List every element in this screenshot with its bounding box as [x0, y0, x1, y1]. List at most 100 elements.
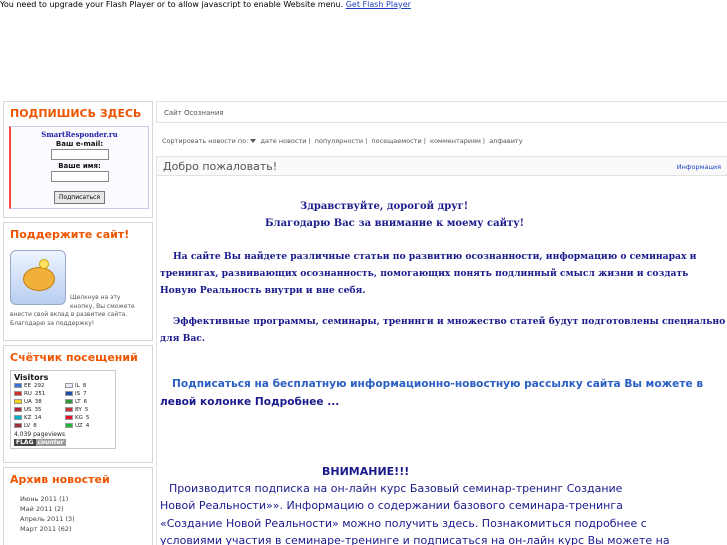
country-flag-icon: [65, 399, 73, 404]
intro-line-2: тренингах, развивающих осознанность, пом…: [160, 268, 689, 279]
archive-month-link[interactable]: Март 2011 (62): [20, 524, 150, 534]
flagcounter-logo-b: counter: [35, 439, 66, 446]
archive-month-link[interactable]: Июнь 2011 (1): [20, 494, 150, 504]
subscribe-form: SmartResponder.ru Ваш e-mail: Ваше имя: …: [9, 126, 149, 209]
course-line-2: Новой Реальности»». Информацию о содержа…: [160, 499, 623, 512]
visitor-country-row: UZ 4: [65, 422, 112, 430]
country-code: US: [24, 407, 32, 413]
country-visit-count: 14: [34, 415, 42, 421]
support-block: Поддержите сайт! Щелкнув на эту кнопку, …: [3, 222, 153, 341]
pageviews-count: 4,039 pageviews: [14, 431, 66, 438]
article-category-link[interactable]: Информация: [677, 163, 721, 171]
visitor-country-row: IL 8: [65, 382, 112, 390]
sort-bar: Сортировать новости по: дате новости | по…: [162, 137, 523, 145]
sort-option-comments[interactable]: комментариям: [430, 137, 481, 145]
country-flag-icon: [14, 383, 22, 388]
archive-list: Июнь 2011 (1) Май 2011 (2) Апрель 2011 (3)…: [6, 490, 150, 538]
country-visit-count: 38: [34, 399, 42, 405]
left-sidebar: ПОДПИШИСЬ ЗДЕСЬ SmartResponder.ru Ваш e-…: [3, 101, 153, 545]
subscribe-title: ПОДПИШИСЬ ЗДЕСЬ: [10, 107, 142, 120]
greeting-line-1: Здравствуйте, дорогой друг!: [300, 201, 469, 212]
flagcounter-logo-a: FLAG: [14, 439, 36, 446]
country-code: RU: [24, 391, 32, 397]
visitor-country-row: BY 5: [65, 406, 112, 414]
greeting-line-2: Благодарю Вас за внимание к моему сайту!: [265, 218, 524, 229]
subscribe-info-line-1: Подписаться на бесплатную информационно-…: [172, 378, 704, 390]
flash-warning: You need to upgrade your Flash Player or…: [0, 0, 411, 9]
smartresponder-brand: SmartResponder.ru: [41, 130, 118, 139]
visitor-country-row: EE 292: [14, 382, 61, 390]
country-visit-count: 8: [82, 383, 87, 389]
archive-month-link[interactable]: Апрель 2011 (3): [20, 514, 150, 524]
country-visit-count: 4: [85, 423, 90, 429]
counter-title: Счётчик посещений: [10, 351, 138, 364]
subscribe-button[interactable]: Подписаться: [53, 191, 106, 204]
country-flag-icon: [65, 407, 73, 412]
article-header: Добро пожаловать! Информация: [157, 156, 727, 176]
donate-piggy-bank-button[interactable]: [10, 250, 66, 305]
sort-option-popularity[interactable]: популярности: [315, 137, 363, 145]
subscribe-block: ПОДПИШИСЬ ЗДЕСЬ SmartResponder.ru Ваш e-…: [3, 101, 153, 218]
course-line-4: условиями участия в семинаре-тренинге и …: [160, 534, 670, 545]
sort-option-visits[interactable]: посещаемости: [371, 137, 421, 145]
country-visit-count: 35: [34, 407, 42, 413]
visitor-country-row: LV 8: [14, 422, 61, 430]
name-label: Ваше имя:: [58, 162, 101, 170]
email-field[interactable]: [50, 149, 109, 160]
country-code: KZ: [24, 415, 32, 421]
visitor-country-row: UA 38: [14, 398, 61, 406]
country-visit-count: 6: [83, 399, 88, 405]
country-flag-icon: [14, 399, 22, 404]
coin-icon: [39, 259, 49, 269]
visitor-country-row: KG 5: [65, 414, 112, 422]
country-flag-icon: [65, 383, 73, 388]
visitor-country-list: EE 292 IL 8 RU 251 IS 7 UA 38 LT 6 US 35 BY 5 KZ 14 KG 5 LV 8…: [14, 382, 112, 430]
country-flag-icon: [14, 407, 22, 412]
country-flag-icon: [14, 423, 22, 428]
country-visit-count: 251: [34, 391, 46, 397]
sort-direction-icon[interactable]: [250, 139, 257, 143]
country-visit-count: 5: [85, 415, 90, 421]
archive-block: Архив новостей Июнь 2011 (1) Май 2011 (2)…: [3, 467, 153, 545]
country-code: UZ: [75, 423, 83, 429]
name-field[interactable]: [50, 171, 109, 182]
visitor-country-row: RU 251: [14, 390, 61, 398]
article: Добро пожаловать! Информация Здравствуйт…: [156, 156, 727, 545]
archive-month-link[interactable]: Май 2011 (2): [20, 504, 150, 514]
country-code: LT: [75, 399, 81, 405]
sort-label: Сортировать новости по:: [162, 137, 249, 145]
country-flag-icon: [14, 415, 22, 420]
piggy-bank-icon: [23, 267, 55, 291]
country-visit-count: 292: [33, 383, 45, 389]
country-code: BY: [75, 407, 82, 413]
visitor-country-row: LT 6: [65, 398, 112, 406]
sort-option-date[interactable]: дате новости: [261, 137, 307, 145]
country-code: IL: [75, 383, 80, 389]
country-visit-count: 7: [83, 391, 87, 397]
flagcounter-logo: FLAG counter: [14, 439, 112, 446]
flag-counter-widget[interactable]: Visitors EE 292 IL 8 RU 251 IS 7 UA 38 LT 6 US 35 BY 5 K…: [10, 370, 116, 449]
breadcrumb-home-link[interactable]: Сайт Осознания: [164, 109, 224, 117]
country-flag-icon: [14, 391, 22, 396]
email-label: Ваш e-mail:: [55, 140, 104, 148]
counter-block: Счётчик посещений Visitors EE 292 IL 8 RU 251…: [3, 345, 153, 463]
get-flash-player-link[interactable]: Get Flash Player: [346, 0, 411, 9]
archive-title: Архив новостей: [10, 473, 110, 486]
sort-option-alphabet[interactable]: алфавиту: [489, 137, 522, 145]
country-visit-count: 8: [33, 423, 37, 429]
attention-heading: ВНИМАНИЕ!!!: [322, 465, 410, 478]
breadcrumb: Сайт Осознания: [156, 101, 727, 123]
country-code: LV: [24, 423, 31, 429]
country-flag-icon: [65, 391, 73, 396]
country-flag-icon: [65, 423, 73, 428]
country-flag-icon: [65, 415, 73, 420]
flash-warning-text: You need to upgrade your Flash Player or…: [0, 0, 344, 9]
intro-line-3: Новую Реальность внутри и вне себя.: [160, 285, 366, 296]
visitor-country-row: IS 7: [65, 390, 112, 398]
programs-line-2: для Вас.: [160, 333, 206, 344]
country-code: IS: [75, 391, 81, 397]
subscribe-info-line-2[interactable]: левой колонке Подробнее ...: [160, 396, 339, 408]
visitor-country-row: US 35: [14, 406, 61, 414]
article-title[interactable]: Добро пожаловать!: [163, 160, 277, 173]
country-code: EE: [24, 383, 31, 389]
